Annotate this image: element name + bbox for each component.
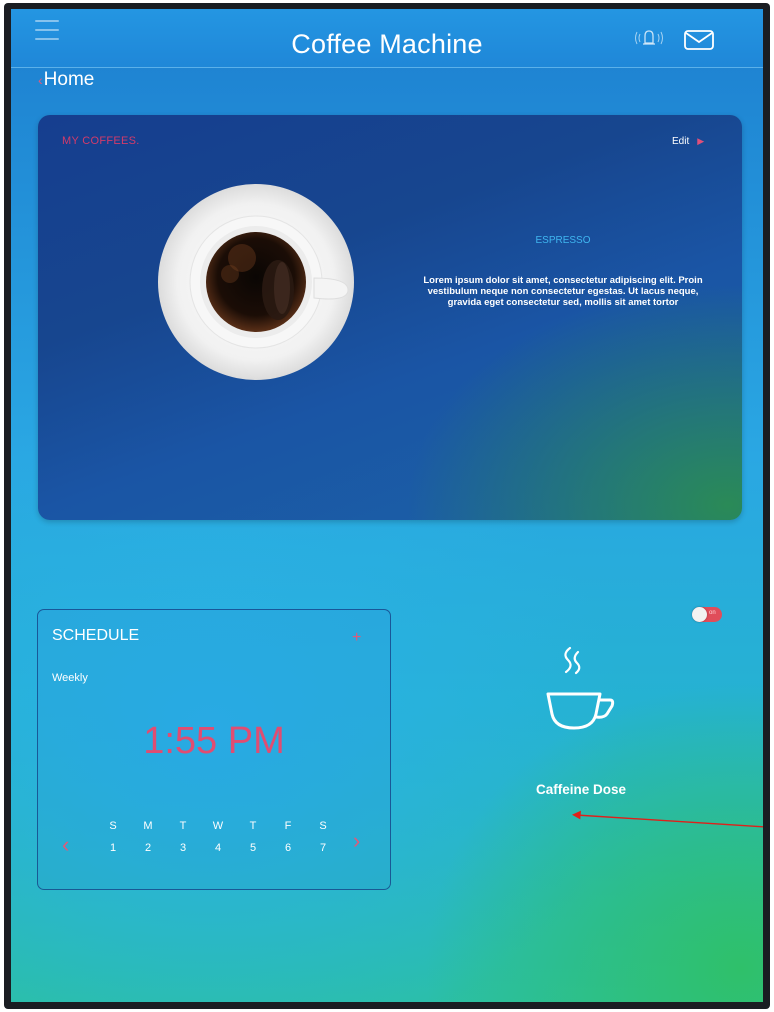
plus-icon[interactable]: + <box>352 629 361 647</box>
day-number: 5 <box>249 842 257 854</box>
breadcrumb-home[interactable]: ‹Home <box>38 69 94 91</box>
arrow-right-icon: ▶ <box>697 136 705 146</box>
day-thursday[interactable]: T 5 <box>242 820 264 862</box>
day-number: 2 <box>144 842 152 854</box>
coffee-cup-icon[interactable] <box>538 642 618 734</box>
day-number: 1 <box>109 842 117 854</box>
schedule-title: SCHEDULE <box>52 627 140 644</box>
day-letter: M <box>143 820 153 832</box>
day-number: 6 <box>284 842 292 854</box>
schedule-frequency[interactable]: Weekly <box>52 672 88 684</box>
schedule-card: SCHEDULE + Weekly 1:55 PM ‹ › S 1 M 2 T … <box>37 609 391 890</box>
day-friday[interactable]: F 6 <box>277 820 299 862</box>
mail-icon[interactable] <box>682 28 716 52</box>
day-tuesday[interactable]: T 3 <box>172 820 194 862</box>
coffee-name: ESPRESSO <box>535 235 591 246</box>
top-bar: Coffee Machine <box>11 9 763 68</box>
red-arrow-annotation-icon <box>572 810 763 828</box>
my-coffees-card: MY COFFEES. Edit ▶ ESPRESSO Lorem ipsum … <box>38 115 742 520</box>
bell-icon[interactable] <box>634 27 664 51</box>
day-monday[interactable]: M 2 <box>137 820 159 862</box>
day-letter: T <box>249 820 257 832</box>
breadcrumb-label: Home <box>43 69 95 90</box>
chevron-left-icon[interactable]: ‹ <box>62 832 69 858</box>
day-letter: F <box>284 820 292 832</box>
chevron-right-icon[interactable]: › <box>353 828 360 854</box>
day-number: 7 <box>319 842 327 854</box>
day-number: 4 <box>214 842 222 854</box>
day-wednesday[interactable]: W 4 <box>207 820 229 862</box>
day-number: 3 <box>179 842 187 854</box>
espresso-cup-image[interactable] <box>156 178 356 386</box>
edit-button[interactable]: Edit ▶ <box>672 136 704 147</box>
day-letter: T <box>179 820 187 832</box>
day-letter: S <box>109 820 117 832</box>
toggle-label: on <box>709 610 716 616</box>
day-letter: S <box>319 820 327 832</box>
schedule-time[interactable]: 1:55 PM <box>38 720 390 763</box>
toggle-knob <box>692 607 707 622</box>
day-letter: W <box>212 820 224 832</box>
day-sunday[interactable]: S 1 <box>102 820 124 862</box>
edit-label: Edit <box>672 136 690 147</box>
caffeine-dose-label: Caffeine Dose <box>535 782 627 797</box>
caffeine-toggle[interactable]: on <box>692 607 722 622</box>
app-screen: Coffee Machine ‹Home MY COFFEES. Edit▶ <box>11 9 763 1002</box>
chevron-left-icon: ‹ <box>38 72 43 88</box>
my-coffees-title: MY COFFEES. <box>62 135 140 147</box>
coffee-description: Lorem ipsum dolor sit amet, consectetur … <box>423 275 703 308</box>
day-saturday[interactable]: S 7 <box>312 820 334 862</box>
